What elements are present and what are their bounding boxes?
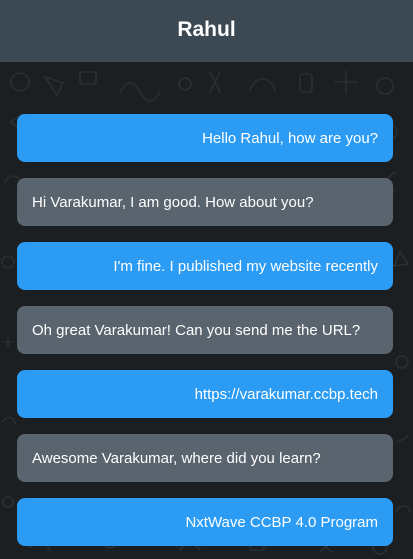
message-text: Awesome Varakumar, where did you learn? xyxy=(32,449,321,467)
message-bubble-sent[interactable]: I'm fine. I published my website recentl… xyxy=(17,242,393,290)
message-list: Hello Rahul, how are you? Hi Varakumar, … xyxy=(17,114,393,559)
message-text: I'm fine. I published my website recentl… xyxy=(113,257,378,275)
message-bubble-sent[interactable]: https://varakumar.ccbp.tech xyxy=(17,370,393,418)
message-bubble-received[interactable]: Awesome Varakumar, where did you learn? xyxy=(17,434,393,482)
chat-app: Rahul Hello Rahul, how are you? Hi Varak… xyxy=(0,0,413,559)
message-text: NxtWave CCBP 4.0 Program xyxy=(185,513,378,531)
message-bubble-received[interactable]: Hi Varakumar, I am good. How about you? xyxy=(17,178,393,226)
message-text: https://varakumar.ccbp.tech xyxy=(194,385,378,403)
message-bubble-sent[interactable]: Hello Rahul, how are you? xyxy=(17,114,393,162)
contact-name: Rahul xyxy=(177,17,236,41)
message-text: Hello Rahul, how are you? xyxy=(202,129,378,147)
message-text: Oh great Varakumar! Can you send me the … xyxy=(32,321,361,339)
message-bubble-sent[interactable]: NxtWave CCBP 4.0 Program xyxy=(17,498,393,546)
message-bubble-received[interactable]: Oh great Varakumar! Can you send me the … xyxy=(17,306,393,354)
chat-header: Rahul xyxy=(0,0,413,62)
message-text: Hi Varakumar, I am good. How about you? xyxy=(32,193,314,211)
